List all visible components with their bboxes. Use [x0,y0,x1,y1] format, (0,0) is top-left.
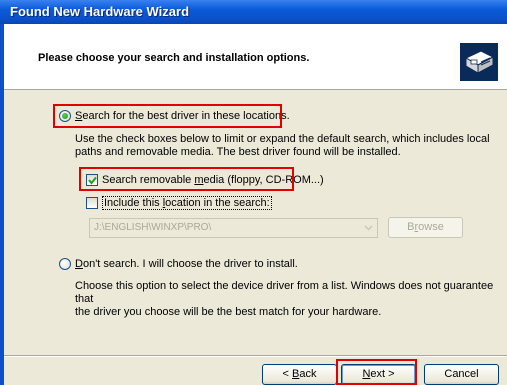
cancel-button[interactable]: Cancel [424,364,499,385]
chevron-down-icon[interactable] [360,220,376,236]
dont-search-description-line-2: the driver you choose will be the best m… [75,306,382,318]
dont-search-description: Choose this option to select the device … [75,280,507,319]
browse-button[interactable]: Browse [388,217,463,238]
checkbox-unchecked-icon [86,197,98,209]
search-location-combobox[interactable]: J:\ENGLISH\WINXP\PRO\ [89,218,378,238]
dont-search-description-line-1: Choose this option to select the device … [75,280,494,305]
search-description-line-2: paths and removable media. The best driv… [75,146,401,158]
dont-search-radio[interactable]: Don't search. I will choose the driver t… [59,256,298,272]
radio-unselected-icon [59,258,71,270]
header-title: Please choose your search and installati… [38,52,310,64]
hardware-install-icon [459,42,499,82]
footer-separator [4,355,507,357]
highlight-box-removable-media [79,167,294,191]
search-location-value: J:\ENGLISH\WINXP\PRO\ [94,222,212,233]
search-description-line-1: Use the check boxes below to limit or ex… [75,133,490,145]
back-button[interactable]: < Back [262,364,337,385]
search-description: Use the check boxes below to limit or ex… [75,133,490,159]
highlight-box-search-best [53,104,282,128]
include-location-label: Include this location in the search: [102,196,272,210]
dont-search-label: Don't search. I will choose the driver t… [75,258,298,270]
wizard-header: Please choose your search and installati… [4,24,507,90]
window-title: Found New Hardware Wizard [0,0,507,24]
wizard-window: Found New Hardware Wizard Please choose … [0,0,507,385]
include-location-checkbox[interactable]: Include this location in the search: [86,195,272,211]
highlight-box-next [336,359,417,385]
